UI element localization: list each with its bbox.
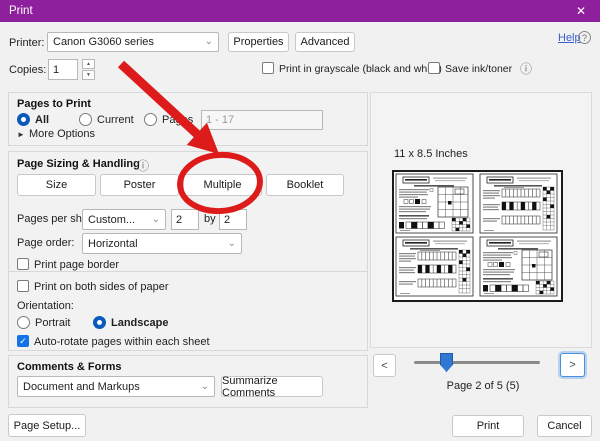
- save-ink-checkbox[interactable]: [428, 62, 440, 74]
- title-bar: Print ✕: [0, 0, 600, 22]
- booklet-button[interactable]: Booklet: [266, 174, 344, 196]
- cancel-button[interactable]: Cancel: [537, 415, 592, 437]
- page-range-input[interactable]: [201, 110, 323, 130]
- chevron-down-icon: ⌄: [205, 37, 213, 47]
- size-button[interactable]: Size: [17, 174, 96, 196]
- pages-per-sheet-select[interactable]: Custom... ⌄: [82, 209, 166, 230]
- close-icon[interactable]: ✕: [570, 0, 592, 22]
- portrait-label: Portrait: [35, 317, 70, 329]
- help-icon[interactable]: ?: [578, 31, 591, 44]
- auto-rotate-checkbox[interactable]: ✓: [17, 335, 29, 347]
- info-icon: ⓘ: [520, 60, 532, 77]
- next-page-button[interactable]: >: [560, 353, 585, 377]
- page-slider-thumb[interactable]: [440, 353, 453, 372]
- pages-current-label: Current: [97, 114, 134, 126]
- grayscale-label: Print in grayscale (black and white): [279, 63, 442, 75]
- printer-select-value: Canon G3060 series: [53, 36, 154, 48]
- copies-label: Copies:: [9, 64, 46, 76]
- sheet-cols-input[interactable]: [171, 209, 199, 230]
- summarize-comments-button[interactable]: Summarize Comments: [221, 376, 323, 397]
- comments-forms-section: Comments & Forms Document and Markups ⌄ …: [8, 355, 368, 408]
- page-border-checkbox[interactable]: [17, 258, 29, 270]
- landscape-label: Landscape: [111, 317, 168, 329]
- print-button[interactable]: Print: [452, 415, 524, 437]
- more-options-toggle[interactable]: More Options: [29, 128, 95, 140]
- section-divider: [9, 271, 367, 272]
- chevron-down-icon: ⌄: [201, 382, 209, 392]
- page-border-label: Print page border: [34, 259, 119, 271]
- page-sizing-section: Page Sizing & Handling ⓘ Size Poster Mul…: [8, 151, 368, 351]
- page-sizing-title: Page Sizing & Handling: [17, 158, 140, 170]
- multiple-button[interactable]: Multiple: [183, 174, 262, 196]
- page-slider-track[interactable]: [414, 361, 540, 364]
- copies-spin-up-icon[interactable]: ▲: [82, 59, 95, 69]
- pages-per-sheet-value: Custom...: [88, 214, 135, 226]
- grayscale-checkbox[interactable]: [262, 62, 274, 74]
- portrait-radio[interactable]: [17, 316, 30, 329]
- page-indicator: Page 2 of 5 (5): [410, 380, 556, 392]
- print-preview-thumbnail: [392, 170, 563, 302]
- comments-forms-title: Comments & Forms: [17, 361, 122, 373]
- page-order-select[interactable]: Horizontal ⌄: [82, 233, 242, 254]
- sheet-rows-input[interactable]: [219, 209, 247, 230]
- copies-spin-down-icon[interactable]: ▼: [82, 70, 95, 80]
- preview-sheet-graphic: [394, 172, 561, 300]
- by-label: by: [204, 213, 216, 225]
- preview-size-label: 11 x 8.5 Inches: [394, 148, 468, 160]
- pages-to-print-title: Pages to Print: [17, 98, 91, 110]
- landscape-radio[interactable]: [93, 316, 106, 329]
- comments-forms-select[interactable]: Document and Markups ⌄: [17, 376, 215, 397]
- pages-to-print-section: Pages to Print All Current Pages ► More …: [8, 92, 368, 146]
- both-sides-label: Print on both sides of paper: [34, 281, 169, 293]
- auto-rotate-label: Auto-rotate pages within each sheet: [34, 336, 210, 348]
- pages-range-label: Pages: [162, 114, 193, 126]
- orientation-label: Orientation:: [17, 300, 74, 312]
- copies-input[interactable]: [48, 59, 78, 80]
- poster-button[interactable]: Poster: [100, 174, 179, 196]
- both-sides-checkbox[interactable]: [17, 280, 29, 292]
- window-title: Print: [9, 5, 33, 17]
- printer-select[interactable]: Canon G3060 series ⌄: [47, 32, 219, 52]
- comments-forms-value: Document and Markups: [23, 381, 140, 393]
- more-options-triangle-icon: ►: [17, 130, 25, 139]
- pages-current-radio[interactable]: [79, 113, 92, 126]
- page-order-label: Page order:: [17, 237, 74, 249]
- pages-range-radio[interactable]: [144, 113, 157, 126]
- sizing-info-icon: ⓘ: [137, 157, 149, 174]
- print-dialog: Print ✕ Printer: Canon G3060 series ⌄ Pr…: [0, 0, 600, 441]
- chevron-down-icon: ⌄: [228, 239, 236, 249]
- printer-label: Printer:: [9, 37, 44, 49]
- page-order-value: Horizontal: [88, 238, 138, 250]
- pages-all-label: All: [35, 114, 49, 126]
- advanced-button[interactable]: Advanced: [295, 32, 355, 52]
- chevron-down-icon: ⌄: [152, 215, 160, 225]
- save-ink-label: Save ink/toner: [445, 63, 512, 75]
- pages-all-radio[interactable]: [17, 113, 30, 126]
- prev-page-button[interactable]: <: [373, 354, 396, 377]
- page-setup-button[interactable]: Page Setup...: [8, 414, 86, 437]
- properties-button[interactable]: Properties: [228, 32, 289, 52]
